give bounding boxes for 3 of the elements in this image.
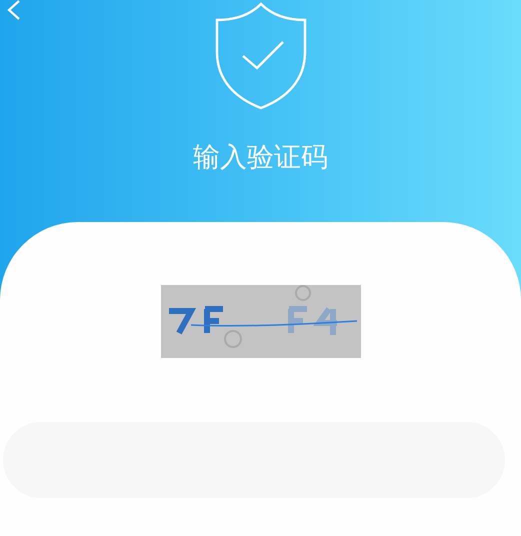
page-title: 输入验证码 <box>193 141 328 175</box>
captcha-image[interactable] <box>160 285 360 358</box>
shield-check-icon <box>214 2 306 110</box>
